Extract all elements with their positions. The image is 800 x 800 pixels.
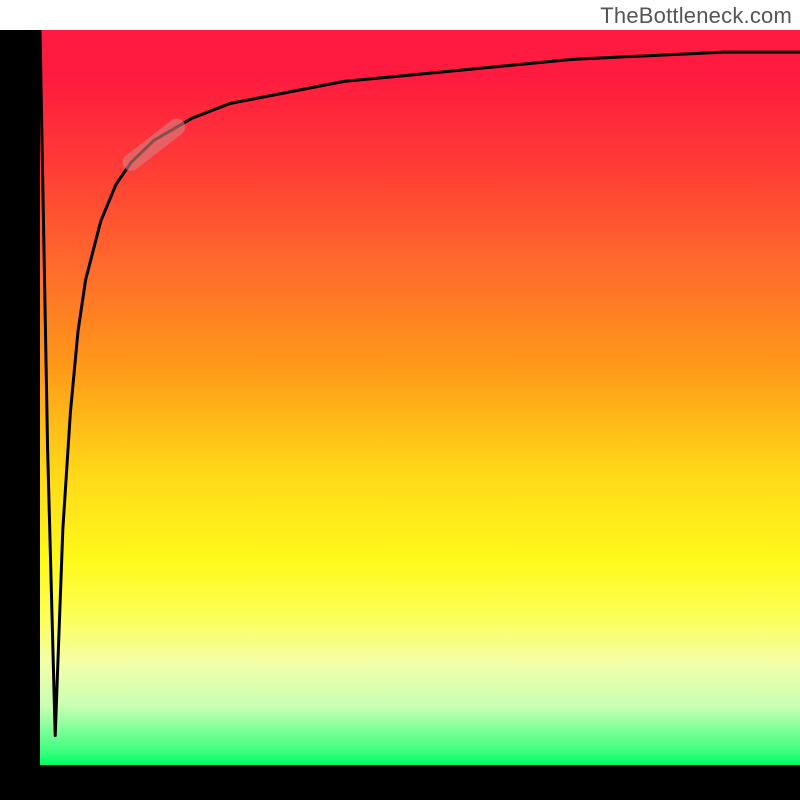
attribution-label: TheBottleneck.com xyxy=(600,3,792,29)
y-axis xyxy=(0,30,40,765)
highlight-marker xyxy=(131,127,177,162)
curve-layer xyxy=(40,30,800,765)
chart-container: TheBottleneck.com xyxy=(0,0,800,800)
x-axis xyxy=(0,765,800,800)
